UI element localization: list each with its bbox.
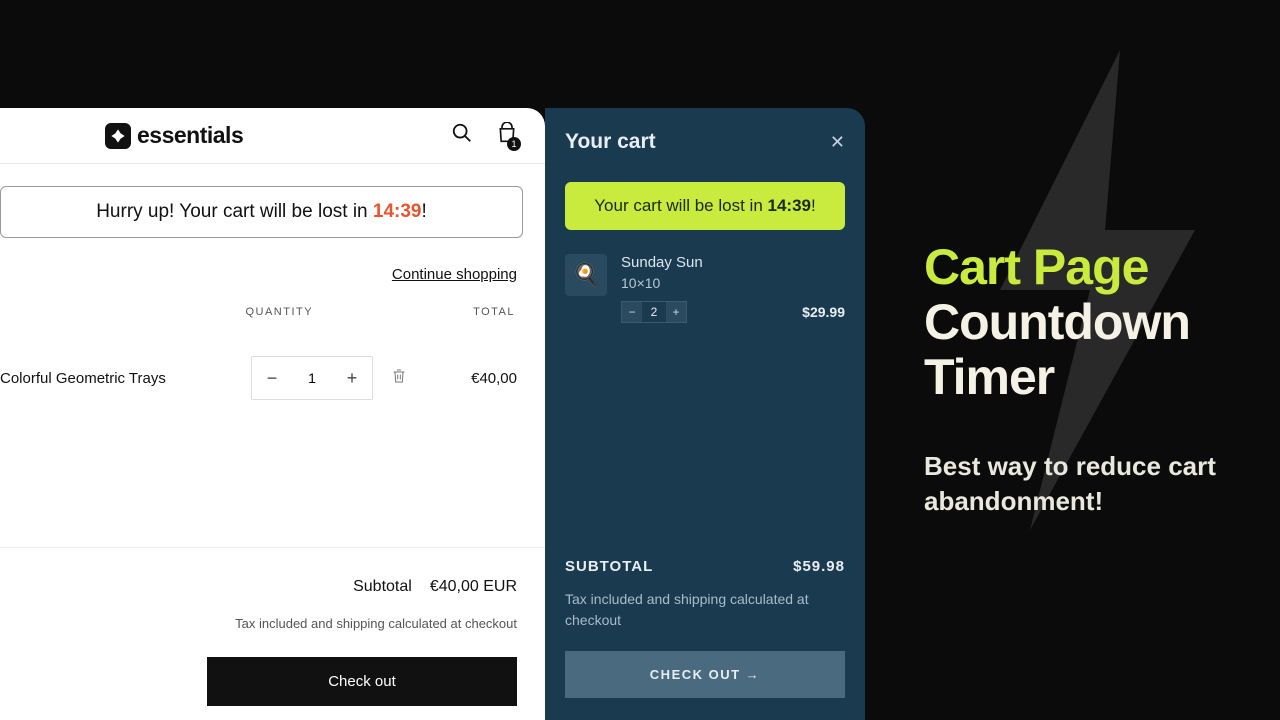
close-icon[interactable]: ✕	[830, 132, 845, 153]
qty-decrease-button[interactable]: −	[252, 357, 292, 399]
banner-prefix: Hurry up! Your cart will be lost in	[96, 201, 373, 222]
trash-icon[interactable]	[391, 367, 407, 390]
cart-row: Colorful Geometric Trays − 1 + €40,00	[0, 328, 545, 428]
cart-footer: Subtotal €40,00 EUR Tax included and shi…	[0, 547, 545, 720]
drawer-variant: 10×10	[621, 275, 845, 291]
drawer-qty-decrease-button[interactable]: −	[622, 302, 642, 322]
drawer-checkout-button[interactable]: CHECK OUT →	[565, 651, 845, 698]
subtotal-label: Subtotal	[353, 578, 412, 596]
col-total: TOTAL	[473, 306, 515, 318]
qty-increase-button[interactable]: +	[332, 357, 372, 399]
drawer-item-price: $29.99	[802, 304, 845, 320]
cart-drawer: Your cart ✕ Your cart will be lost in 14…	[545, 108, 865, 720]
drawer-banner-suffix: !	[811, 196, 816, 215]
brand-logo[interactable]: essentials	[105, 122, 243, 149]
brand-logo-text: essentials	[137, 122, 243, 149]
banner-timer: 14:39	[373, 201, 422, 222]
countdown-banner: Hurry up! Your cart will be lost in 14:3…	[0, 186, 523, 238]
row-total: €40,00	[447, 370, 517, 387]
drawer-product-name: Sunday Sun	[621, 254, 845, 271]
cart-bag-icon[interactable]: 1	[497, 122, 517, 149]
drawer-qty-increase-button[interactable]: +	[666, 302, 686, 322]
drawer-qty-stepper: − 2 +	[621, 301, 687, 323]
subheading: Best way to reduce cart abandonment!	[924, 449, 1254, 519]
banner-suffix: !	[422, 201, 427, 222]
qty-value: 1	[292, 370, 332, 386]
drawer-subtotal-value: $59.98	[793, 558, 845, 575]
heading-line-2: Countdown Timer	[924, 295, 1254, 405]
drawer-footer: SUBTOTAL $59.98 Tax included and shippin…	[565, 558, 845, 698]
search-icon[interactable]	[451, 122, 473, 149]
drawer-qty-value: 2	[642, 305, 666, 319]
table-header: QUANTITY TOTAL	[0, 284, 545, 328]
drawer-item: 🍳 Sunday Sun 10×10 − 2 + $29.99	[565, 254, 845, 323]
product-name: Colorful Geometric Trays	[0, 370, 251, 387]
cart-page-header: essentials 1	[0, 108, 545, 164]
drawer-banner-prefix: Your cart will be lost in	[594, 196, 767, 215]
drawer-banner-timer: 14:39	[768, 196, 811, 215]
quantity-stepper: − 1 +	[251, 356, 373, 400]
tax-note: Tax included and shipping calculated at …	[0, 616, 517, 631]
cart-badge: 1	[507, 137, 521, 151]
product-thumb: 🍳	[565, 254, 607, 296]
col-qty: QUANTITY	[245, 306, 313, 318]
subtotal-value: €40,00 EUR	[430, 578, 517, 596]
checkout-button[interactable]: Check out	[207, 657, 517, 706]
continue-shopping-link[interactable]: Continue shopping	[392, 266, 517, 283]
drawer-subtotal-label: SUBTOTAL	[565, 558, 653, 575]
drawer-tax-note: Tax included and shipping calculated at …	[565, 589, 845, 631]
brand-logo-icon	[105, 123, 131, 149]
drawer-title: Your cart	[565, 130, 656, 154]
heading-line-1: Cart Page	[924, 240, 1254, 295]
drawer-countdown-banner: Your cart will be lost in 14:39!	[565, 182, 845, 230]
marketing-copy: Cart Page Countdown Timer Best way to re…	[924, 240, 1254, 519]
cart-page-panel: essentials 1 Hurry up! Your cart will be…	[0, 108, 545, 720]
